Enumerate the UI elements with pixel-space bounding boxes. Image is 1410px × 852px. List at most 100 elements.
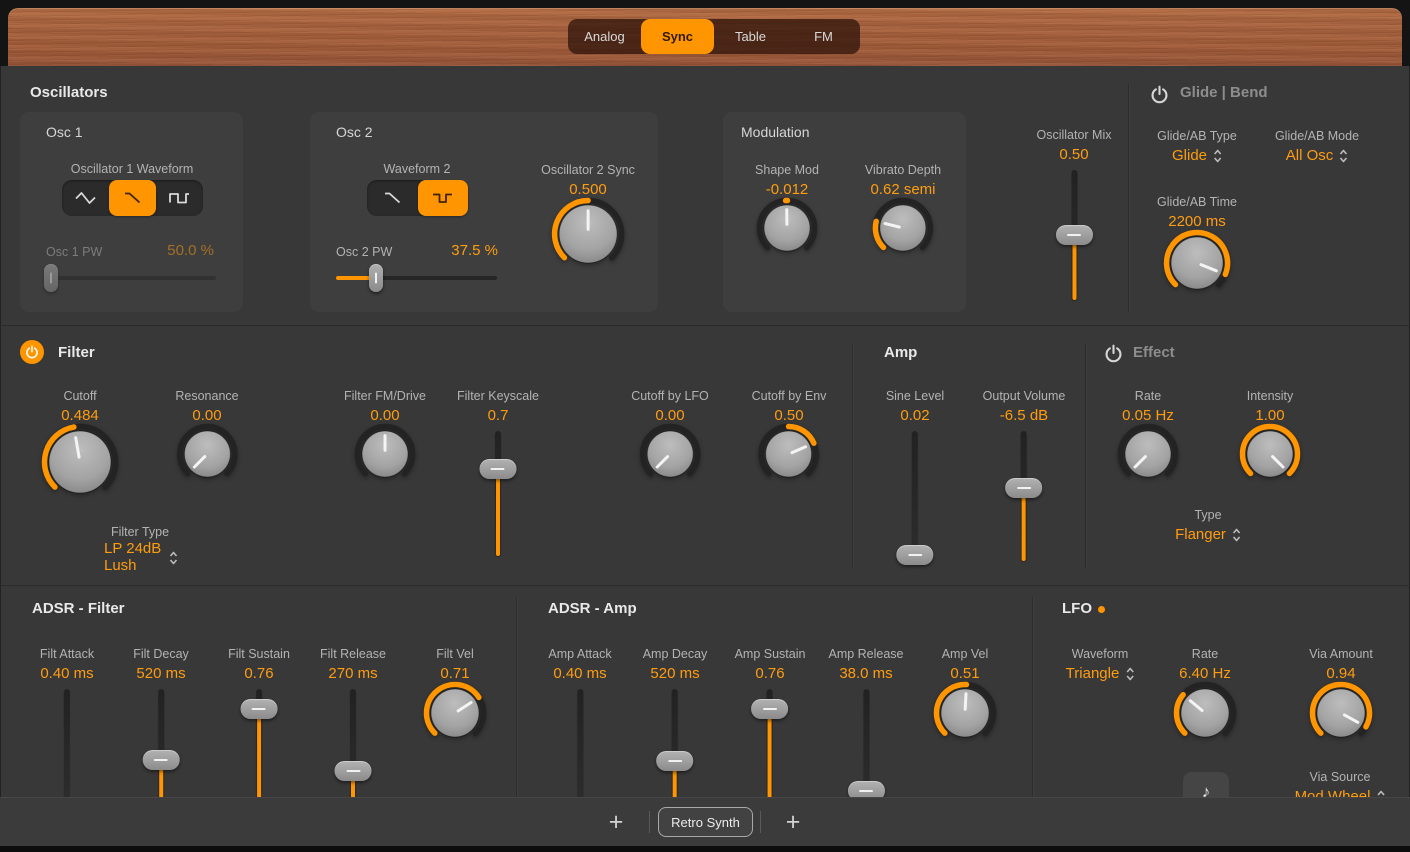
effect-type-control: Type Flanger [1175, 508, 1241, 544]
amp-attack-slider[interactable] [561, 689, 599, 797]
glide-mode-control: Glide/AB Mode All Osc [1275, 129, 1359, 165]
amp-sustain-slider[interactable] [751, 689, 789, 797]
tab-fm[interactable]: FM [787, 19, 860, 54]
shape-mod-knob[interactable] [756, 197, 818, 259]
cutoff-by-env-control: Cutoff by Env 0.50 [752, 389, 827, 485]
glide-time-knob[interactable] [1163, 229, 1231, 297]
glide-type-label: Glide/AB Type [1157, 129, 1237, 144]
osc2-pw-slider[interactable] [336, 264, 497, 292]
tab-table[interactable]: Table [714, 19, 787, 54]
via-source-dropdown[interactable]: Mod Wheel [1295, 788, 1386, 797]
lfo-waveform-label: Waveform [1072, 647, 1129, 662]
cutoff-knob[interactable] [41, 423, 119, 501]
effect-rate-knob[interactable] [1117, 423, 1179, 485]
output-volume-slider[interactable] [1005, 431, 1043, 561]
output-volume-value: -6.5 dB [1000, 407, 1048, 425]
add-button-left[interactable]: + [599, 805, 633, 839]
output-volume-label: Output Volume [983, 389, 1066, 404]
chevron-up-down-icon [169, 551, 178, 565]
via-amount-label: Via Amount [1309, 647, 1373, 662]
amp-decay-slider[interactable] [656, 689, 694, 797]
lfo-waveform-value: Triangle [1066, 665, 1120, 683]
via-amount-knob[interactable] [1309, 681, 1373, 745]
effect-power-button[interactable] [1103, 343, 1123, 363]
bottom-edge [0, 846, 1410, 852]
filt-sustain-slider[interactable] [240, 689, 278, 797]
osc1-title: Osc 1 [46, 124, 83, 140]
filter-keyscale-slider[interactable] [479, 431, 517, 556]
glide-power-button[interactable] [1149, 84, 1169, 104]
oscillator-mix-slider[interactable] [1055, 170, 1093, 300]
filter-power-button[interactable] [20, 340, 44, 364]
cutoff-by-lfo-knob[interactable] [639, 423, 701, 485]
amp-release-slider[interactable] [847, 689, 885, 797]
amp-release-control: Amp Release 38.0 ms [828, 647, 903, 797]
filt-vel-control: Filt Vel 0.71 [423, 647, 487, 745]
glide-type-control: Glide/AB Type Glide [1157, 129, 1237, 165]
filter-fm-drive-label: Filter FM/Drive [344, 389, 426, 404]
filt-vel-knob[interactable] [423, 681, 487, 745]
filt-release-label: Filt Release [320, 647, 386, 662]
glide-mode-dropdown[interactable]: All Osc [1286, 147, 1349, 165]
effect-divider [1085, 344, 1086, 568]
filt-attack-slider[interactable] [48, 689, 86, 797]
effect-type-value: Flanger [1175, 526, 1226, 544]
glide-type-dropdown[interactable]: Glide [1172, 147, 1222, 165]
filter-type-dropdown[interactable]: LP 24dB Lush [104, 541, 178, 574]
saw-wave-button[interactable] [109, 180, 156, 216]
amp-decay-label: Amp Decay [643, 647, 708, 662]
filter-fm-drive-control: Filter FM/Drive 0.00 [344, 389, 426, 485]
lfo-title: LFO [1062, 600, 1092, 617]
vibrato-depth-knob[interactable] [872, 197, 934, 259]
filt-decay-slider[interactable] [142, 689, 180, 797]
amp-decay-control: Amp Decay 520 ms [643, 647, 708, 797]
osc2-sync-label: Oscillator 2 Sync [541, 163, 635, 178]
osc1-pw-slider[interactable] [46, 264, 216, 292]
cutoff-by-env-knob[interactable] [758, 423, 820, 485]
filt-release-slider[interactable] [334, 689, 372, 797]
modulation-panel: Modulation Shape Mod -0.012 Vibrato Dept… [723, 112, 966, 312]
add-button-right[interactable]: + [776, 805, 810, 839]
adsr-filter-title: ADSR - Filter [32, 600, 125, 617]
chevron-up-down-icon [1339, 149, 1348, 163]
amp-vel-label: Amp Vel [942, 647, 989, 662]
sine-level-slider[interactable] [896, 431, 934, 561]
preset-button[interactable]: Retro Synth [658, 807, 753, 837]
lfo-tempo-sync-button[interactable]: ♪ [1183, 772, 1229, 797]
adsr-row: ADSR - Filter Filt Attack 0.40 ms Filt D… [0, 585, 1410, 797]
cutoff-control: Cutoff 0.484 [41, 389, 119, 501]
lfo-rate-knob[interactable] [1173, 681, 1237, 745]
glide-time-control: Glide/AB Time 2200 ms [1157, 195, 1237, 297]
square-wave-button[interactable] [156, 180, 203, 216]
effect-type-dropdown[interactable]: Flanger [1175, 526, 1241, 544]
osc2-sync-knob[interactable] [551, 197, 625, 271]
lfo-waveform-control: Waveform Triangle [1066, 647, 1135, 683]
lfo-waveform-dropdown[interactable]: Triangle [1066, 665, 1135, 683]
effect-intensity-knob[interactable] [1239, 423, 1301, 485]
oscillators-title: Oscillators [30, 84, 108, 101]
square-wave-button[interactable] [418, 180, 469, 216]
chevron-up-down-icon [1125, 667, 1134, 681]
filter-fm-drive-knob[interactable] [354, 423, 416, 485]
amp-vel-knob[interactable] [933, 681, 997, 745]
oscillator-mix-value: 0.50 [1059, 146, 1088, 164]
vibrato-depth-control: Vibrato Depth 0.62 semi [865, 163, 941, 259]
resonance-label: Resonance [175, 389, 238, 404]
resonance-knob[interactable] [176, 423, 238, 485]
filter-keyscale-label: Filter Keyscale [457, 389, 539, 404]
lfo-active-dot [1098, 606, 1105, 613]
lfo-divider [1032, 598, 1033, 797]
triangle-wave-button[interactable] [62, 180, 109, 216]
square-wave-icon [431, 190, 454, 206]
amp-divider [852, 344, 853, 568]
filter-type-label: Filter Type [111, 525, 169, 540]
cutoff-by-lfo-control: Cutoff by LFO 0.00 [631, 389, 709, 485]
osc1-panel: Osc 1 Oscillator 1 Waveform [20, 112, 243, 312]
osc2-title: Osc 2 [336, 124, 373, 140]
tab-analog[interactable]: Analog [568, 19, 641, 54]
resonance-control: Resonance 0.00 [175, 389, 238, 485]
filt-release-control: Filt Release 270 ms [320, 647, 386, 797]
effect-title: Effect [1133, 344, 1175, 361]
tab-sync[interactable]: Sync [641, 19, 714, 54]
saw-wave-button[interactable] [367, 180, 418, 216]
